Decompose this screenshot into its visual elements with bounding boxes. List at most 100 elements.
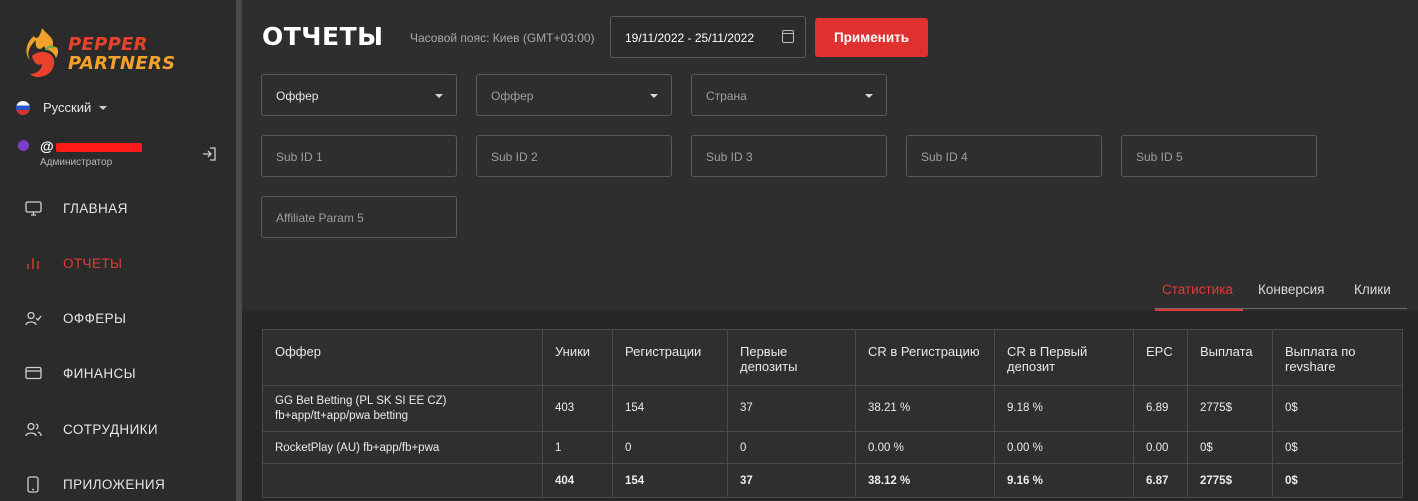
russia-flag-icon <box>16 100 30 115</box>
redacted-username <box>55 142 142 152</box>
sub-id-4-input[interactable]: Sub ID 4 <box>906 135 1102 177</box>
table-header-row: Оффер Уники Регистрации Первые депозиты … <box>262 329 1403 386</box>
cell-epc: 0.00 <box>1133 431 1188 464</box>
user-role: Администратор <box>40 157 113 168</box>
total-cell-offer <box>262 463 543 498</box>
nav-item-finances[interactable]: ФИНАНСЫ <box>24 363 136 383</box>
col-header-cr-registration[interactable]: CR в Регистрацию <box>855 329 995 386</box>
chevron-down-icon <box>865 94 873 98</box>
sub-id-3-input[interactable]: Sub ID 3 <box>691 135 887 177</box>
nav-item-apps[interactable]: ПРИЛОЖЕНИЯ <box>24 474 165 494</box>
bar-chart-icon <box>24 254 42 272</box>
table-row: RocketPlay (AU) fb+app/fb+pwa 1 0 0 0.00… <box>262 431 1403 464</box>
monitor-icon <box>24 199 42 217</box>
country-select[interactable]: Страна <box>691 74 887 116</box>
smartphone-icon <box>24 475 42 493</box>
sub-id-4-placeholder: Sub ID 4 <box>921 150 968 164</box>
calendar-icon <box>782 30 794 43</box>
offer-select-2[interactable]: Оффер <box>476 74 672 116</box>
tabs-divider <box>1155 308 1407 309</box>
offer-select[interactable]: Оффер <box>261 74 457 116</box>
sub-id-1-placeholder: Sub ID 1 <box>276 150 323 164</box>
nav-label: ФИНАНСЫ <box>63 365 136 381</box>
table-row: GG Bet Betting (PL SK SI EE CZ) fb+app/t… <box>262 385 1403 432</box>
total-cell-uniques: 404 <box>542 463 613 498</box>
user-name-prefix: @ <box>40 138 54 154</box>
cell-first-deposits: 0 <box>727 431 856 464</box>
cell-cr-registration: 38.21 % <box>855 385 995 432</box>
date-range-value: 19/11/2022 - 25/11/2022 <box>625 31 754 45</box>
chevron-down-icon <box>650 94 658 98</box>
offer-select-value: Оффер <box>276 89 319 103</box>
cell-registrations: 0 <box>612 431 728 464</box>
user-badge-icon <box>18 140 29 151</box>
nav-label: СОТРУДНИКИ <box>63 421 159 437</box>
table-totals-row: 404 154 37 38.12 % 9.16 % 6.87 2775$ 0$ <box>262 463 1403 498</box>
pepper-partners-logo[interactable]: PEPPER PARTNERS <box>22 26 192 82</box>
col-header-registrations[interactable]: Регистрации <box>612 329 728 386</box>
total-cell-registrations: 154 <box>612 463 728 498</box>
col-header-revshare-payout[interactable]: Выплата по revshare <box>1272 329 1403 386</box>
nav-item-reports[interactable]: ОТЧЕТЫ <box>24 253 122 273</box>
statistics-table: Оффер Уники Регистрации Первые депозиты … <box>262 329 1403 498</box>
cell-first-deposits: 37 <box>727 385 856 432</box>
sub-id-5-input[interactable]: Sub ID 5 <box>1121 135 1317 177</box>
nav-label: ОФФЕРЫ <box>63 310 127 326</box>
col-header-first-deposits[interactable]: Первые депозиты <box>727 329 856 386</box>
col-header-uniques[interactable]: Уники <box>542 329 613 386</box>
apply-button[interactable]: Применить <box>815 18 928 57</box>
logo-line2: PARTNERS <box>68 53 176 74</box>
date-range-picker[interactable]: 19/11/2022 - 25/11/2022 <box>610 16 806 58</box>
cell-cr-registration: 0.00 % <box>855 431 995 464</box>
nav-label: ОТЧЕТЫ <box>63 255 123 271</box>
col-header-cr-first-deposit[interactable]: CR в Первый депозит <box>994 329 1134 386</box>
sub-id-5-placeholder: Sub ID 5 <box>1136 150 1183 164</box>
report-tabs: Статистика Конверсия Клики <box>242 270 1418 311</box>
tab-clicks[interactable]: Клики <box>1354 282 1391 297</box>
tab-statistics[interactable]: Статистика <box>1162 282 1233 297</box>
cell-revshare-payout: 0$ <box>1272 385 1403 432</box>
language-label: Русский <box>43 100 92 115</box>
cell-uniques: 403 <box>542 385 613 432</box>
total-cell-payout: 2775$ <box>1187 463 1273 498</box>
nav-label: ГЛАВНАЯ <box>63 200 128 216</box>
cell-offer: GG Bet Betting (PL SK SI EE CZ) fb+app/t… <box>262 385 543 432</box>
user-check-icon <box>24 309 42 327</box>
total-cell-revshare-payout: 0$ <box>1272 463 1403 498</box>
sub-id-2-placeholder: Sub ID 2 <box>491 150 538 164</box>
chevron-down-icon <box>435 94 443 98</box>
cell-registrations: 154 <box>612 385 728 432</box>
sidebar: PEPPER PARTNERS Русский @ Администратор … <box>0 0 236 501</box>
total-cell-cr-first-deposit: 9.16 % <box>994 463 1134 498</box>
chevron-down-icon <box>99 105 108 110</box>
pepper-flame-icon <box>26 28 59 77</box>
affiliate-param-5-placeholder: Affiliate Param 5 <box>276 211 364 225</box>
nav-label: ПРИЛОЖЕНИЯ <box>63 476 166 492</box>
cell-cr-first-deposit: 9.18 % <box>994 385 1134 432</box>
nav-item-employees[interactable]: СОТРУДНИКИ <box>24 419 158 439</box>
total-cell-cr-registration: 38.12 % <box>855 463 995 498</box>
cell-payout: 2775$ <box>1187 385 1273 432</box>
logout-icon[interactable] <box>202 147 216 161</box>
col-header-offer[interactable]: Оффер <box>262 329 543 386</box>
tab-conversion[interactable]: Конверсия <box>1258 282 1324 297</box>
country-select-placeholder: Страна <box>706 89 747 103</box>
col-header-payout[interactable]: Выплата <box>1187 329 1273 386</box>
col-header-epc[interactable]: EPC <box>1133 329 1188 386</box>
affiliate-param-5-input[interactable]: Affiliate Param 5 <box>261 196 457 238</box>
timezone-label: Часовой пояс: Киев (GMT+03:00) <box>410 31 595 45</box>
cell-uniques: 1 <box>542 431 613 464</box>
page-title: ОТЧЕТЫ <box>262 22 384 51</box>
nav-item-offers[interactable]: ОФФЕРЫ <box>24 308 126 328</box>
cell-revshare-payout: 0$ <box>1272 431 1403 464</box>
sub-id-1-input[interactable]: Sub ID 1 <box>261 135 457 177</box>
nav-item-main[interactable]: ГЛАВНАЯ <box>24 198 128 218</box>
total-cell-first-deposits: 37 <box>727 463 856 498</box>
offer-select-2-placeholder: Оффер <box>491 89 534 103</box>
sub-id-3-placeholder: Sub ID 3 <box>706 150 753 164</box>
cell-epc: 6.89 <box>1133 385 1188 432</box>
language-selector[interactable]: Русский <box>16 100 108 115</box>
users-icon <box>24 420 42 438</box>
report-table-container: Оффер Уники Регистрации Первые депозиты … <box>242 311 1418 501</box>
sub-id-2-input[interactable]: Sub ID 2 <box>476 135 672 177</box>
